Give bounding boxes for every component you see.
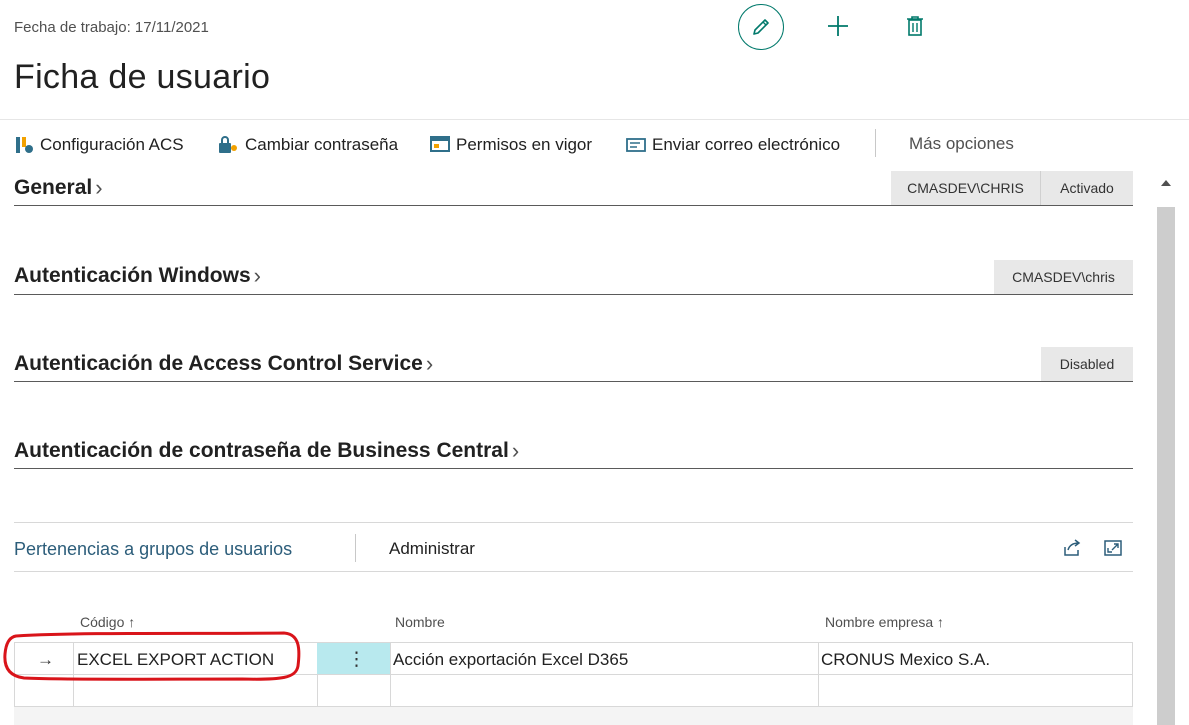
edit-button[interactable] <box>738 4 784 50</box>
fasttab-general-title: General <box>14 176 93 199</box>
windows-auth-badge: CMASDEV\chris <box>994 260 1133 294</box>
annotation-highlight <box>3 631 301 681</box>
page-title: Ficha de usuario <box>14 58 271 96</box>
chevron-right-icon: › <box>511 438 520 463</box>
send-email-action[interactable]: Enviar correo electrónico <box>626 134 840 156</box>
expand-button[interactable] <box>1103 538 1123 563</box>
fasttab-password-auth-title: Autenticación de contraseña de Business … <box>14 439 509 462</box>
column-header-code[interactable]: Código ↑ <box>80 614 135 630</box>
scrollbar-thumb[interactable] <box>1157 207 1175 725</box>
new-button[interactable] <box>826 14 850 43</box>
row-company[interactable]: CRONUS Mexico S.A. <box>821 650 990 670</box>
acs-config-action[interactable]: Configuración ACS <box>14 134 184 156</box>
cell-divider <box>317 675 318 706</box>
cell-divider <box>818 643 819 674</box>
acs-auth-badge: Disabled <box>1041 347 1133 381</box>
send-email-label: Enviar correo electrónico <box>652 135 841 154</box>
cell-divider <box>390 675 391 706</box>
row-name[interactable]: Acción exportación Excel D365 <box>393 650 628 670</box>
fasttab-acs-auth[interactable]: Autenticación de Access Control Service … <box>14 351 433 377</box>
general-state-badge: Activado <box>1041 171 1133 205</box>
fasttab-windows-auth[interactable]: Autenticación Windows › <box>14 263 261 289</box>
fasttab-windows-auth-title: Autenticación Windows <box>14 264 251 287</box>
part-top-divider <box>14 522 1133 523</box>
lock-key-icon <box>217 135 239 155</box>
fasttab-password-divider <box>14 468 1133 469</box>
column-header-company[interactable]: Nombre empresa ↑ <box>825 614 944 630</box>
trash-icon <box>907 16 923 36</box>
pencil-icon <box>753 19 769 35</box>
share-button[interactable] <box>1062 538 1082 563</box>
chevron-right-icon: › <box>253 263 261 288</box>
action-separator <box>875 129 876 157</box>
fasttab-general-divider <box>14 205 1133 206</box>
plus-icon <box>828 16 848 36</box>
chevron-right-icon: › <box>95 175 103 200</box>
part-title[interactable]: Pertenencias a grupos de usuarios <box>14 539 292 560</box>
fasttab-password-auth[interactable]: Autenticación de contraseña de Business … <box>14 438 519 464</box>
delete-button[interactable] <box>905 15 925 42</box>
caret-up-icon <box>1161 180 1171 186</box>
change-password-action[interactable]: Cambiar contraseña <box>217 134 398 156</box>
part-separator <box>355 534 356 562</box>
acs-config-label: Configuración ACS <box>40 135 184 154</box>
cell-divider <box>818 675 819 706</box>
part-bottom-divider <box>14 571 1133 572</box>
effective-permissions-label: Permisos en vigor <box>456 135 593 154</box>
email-icon <box>626 135 646 155</box>
manage-button[interactable]: Administrar <box>389 539 475 559</box>
fasttab-acs-divider <box>14 381 1133 382</box>
more-options-button[interactable]: Más opciones <box>909 134 1014 154</box>
expand-icon <box>1104 540 1122 556</box>
fasttab-acs-auth-title: Autenticación de Access Control Service <box>14 352 423 375</box>
share-icon <box>1064 539 1081 556</box>
action-bar-divider <box>0 119 1189 120</box>
chevron-right-icon: › <box>425 351 434 376</box>
permissions-icon <box>430 135 450 155</box>
general-user-badge: CMASDEV\CHRIS <box>891 171 1040 205</box>
tools-icon <box>14 135 34 155</box>
cell-divider <box>390 643 391 674</box>
fasttab-general[interactable]: General › <box>14 175 103 201</box>
change-password-label: Cambiar contraseña <box>245 135 399 154</box>
effective-permissions-action[interactable]: Permisos en vigor <box>430 134 592 156</box>
row-actions-button[interactable]: ⋮ <box>317 643 390 674</box>
more-vertical-icon: ⋮ <box>347 649 366 670</box>
fasttab-windows-divider <box>14 294 1133 295</box>
scroll-up-button[interactable] <box>1160 175 1172 193</box>
work-date: Fecha de trabajo: 17/11/2021 <box>14 19 209 36</box>
column-header-name[interactable]: Nombre <box>395 614 445 630</box>
